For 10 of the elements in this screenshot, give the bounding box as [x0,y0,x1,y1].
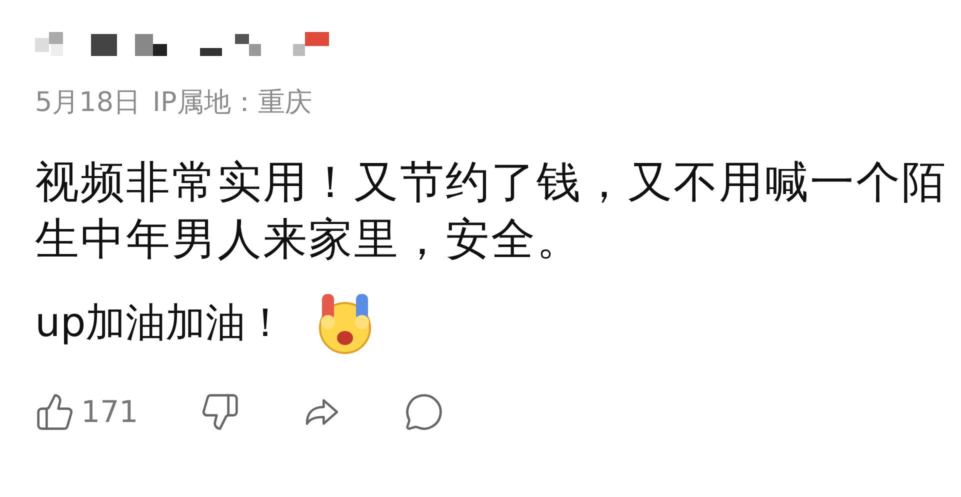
comment-text: up加油加油！ [35,299,286,348]
like-button[interactable]: 171 [35,392,138,432]
thumbs-up-icon [35,392,75,432]
comment-text: 视频非常实用！又节约了钱，又不用喊一个陌生中年男人来家里，安全。 [35,156,948,267]
speech-bubble-icon [404,392,444,432]
reply-button[interactable] [404,392,444,432]
ip-location: IP属地：重庆 [152,86,312,120]
comment-date: 5月18日 [35,86,141,120]
thumbs-down-icon [200,392,240,432]
dislike-button[interactable] [200,392,240,432]
